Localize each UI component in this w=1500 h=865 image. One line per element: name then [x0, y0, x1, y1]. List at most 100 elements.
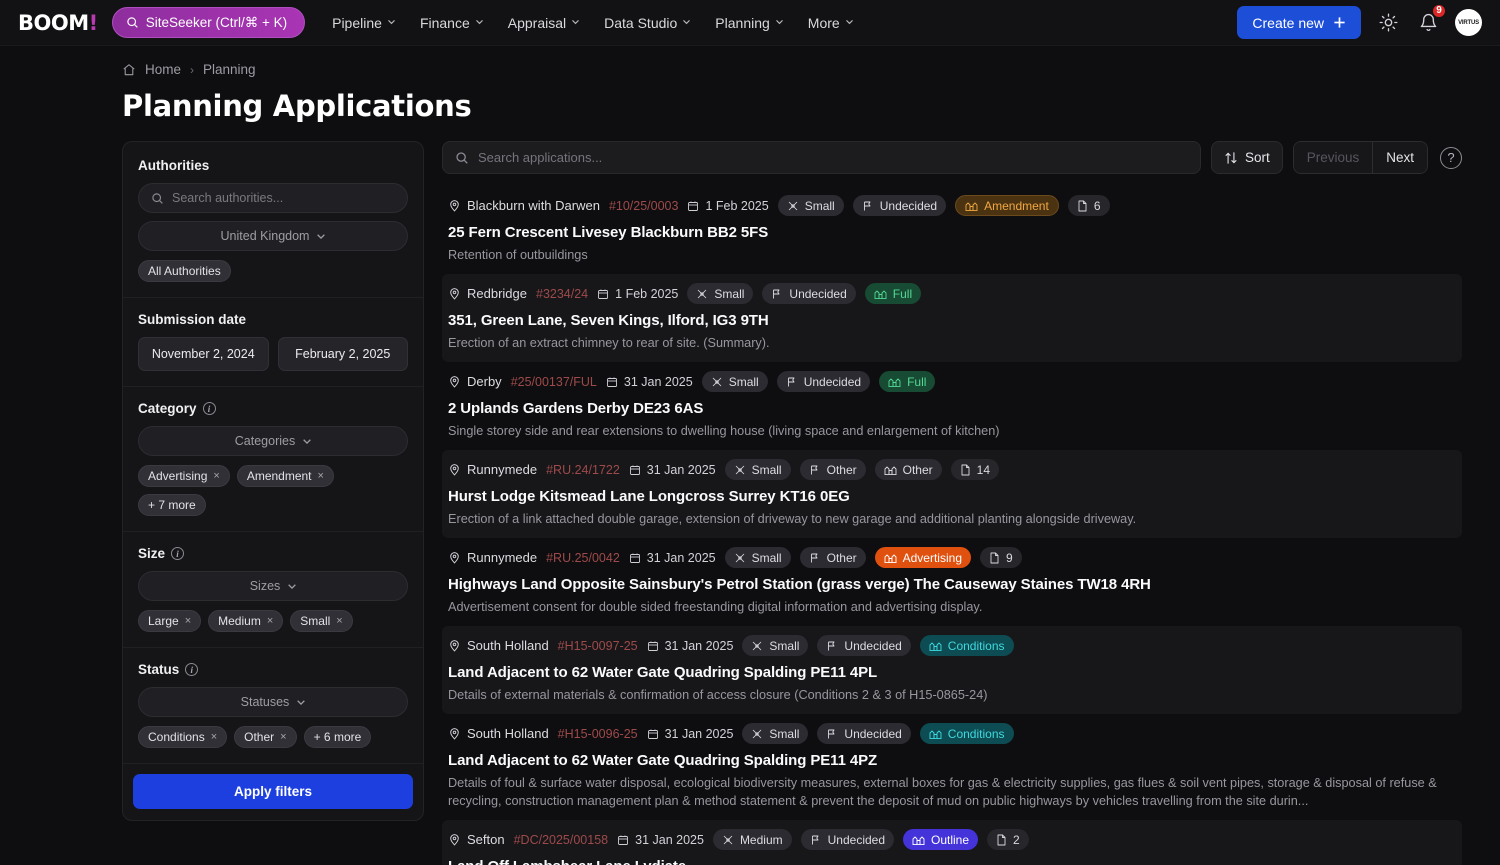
- result-status-badge: Undecided: [800, 829, 894, 851]
- close-icon[interactable]: ×: [211, 731, 217, 743]
- result-size-label: Medium: [739, 832, 783, 847]
- result-row[interactable]: Runnymede #RU.25/0042 31 Jan 2025 Small …: [442, 538, 1462, 626]
- close-icon[interactable]: ×: [280, 731, 286, 743]
- ruler-icon: [787, 200, 799, 212]
- close-icon[interactable]: ×: [318, 470, 324, 482]
- result-address[interactable]: Land Adjacent to 62 Water Gate Quadring …: [448, 664, 1450, 681]
- result-status-badge: Other: [799, 459, 866, 481]
- help-button[interactable]: ?: [1440, 146, 1462, 169]
- nav-item-appraisal-label: Appraisal: [507, 14, 567, 31]
- filter-title-size-label: Size: [138, 546, 166, 561]
- close-icon[interactable]: ×: [185, 615, 191, 627]
- result-date-label: 31 Jan 2025: [664, 638, 734, 653]
- chip-medium[interactable]: Medium ×: [208, 610, 284, 632]
- app-root: BOOM! SiteSeeker (Ctrl/⌘ + K) Pipeline F…: [0, 0, 1500, 865]
- result-row[interactable]: Sefton #DC/2025/00158 31 Jan 2025 Medium: [442, 820, 1462, 865]
- result-row[interactable]: Runnymede #RU.24/1722 31 Jan 2025 Small …: [442, 450, 1462, 539]
- date-from[interactable]: November 2, 2024: [138, 337, 269, 371]
- apply-filters-button[interactable]: Apply filters: [133, 774, 413, 809]
- notifications-button[interactable]: 9: [1415, 2, 1447, 36]
- result-address[interactable]: Hurst Lodge Kitsmead Lane Longcross Surr…: [448, 488, 1450, 505]
- close-icon[interactable]: ×: [336, 615, 342, 627]
- result-status-label: Undecided: [827, 832, 885, 847]
- nav-item-appraisal[interactable]: Appraisal: [497, 8, 591, 38]
- chip-amendment[interactable]: Amendment ×: [236, 465, 334, 487]
- result-reference: #H15-0096-25: [557, 726, 638, 741]
- info-icon[interactable]: i: [171, 547, 185, 560]
- chip-conditions[interactable]: Conditions ×: [138, 726, 228, 748]
- chevron-down-icon: [475, 17, 484, 26]
- info-icon[interactable]: i: [185, 663, 199, 676]
- result-row[interactable]: South Holland #H15-0097-25 31 Jan 2025 S…: [442, 626, 1462, 715]
- result-row[interactable]: Blackburn with Darwen #10/25/0003 1 Feb …: [442, 186, 1462, 274]
- result-type-badge: Other: [874, 459, 942, 481]
- sizes-select[interactable]: Sizes: [138, 571, 408, 601]
- result-size-label: Small: [714, 286, 745, 301]
- authorities-search-input[interactable]: [138, 183, 408, 213]
- siteseeker-button[interactable]: SiteSeeker (Ctrl/⌘ + K): [111, 7, 306, 38]
- result-address[interactable]: 25 Fern Crescent Livesey Blackburn BB2 5…: [448, 224, 1450, 241]
- result-address[interactable]: Land Adjacent to 62 Water Gate Quadring …: [448, 752, 1450, 769]
- result-description: Details of external materials & confirma…: [448, 688, 988, 703]
- nav-links: Pipeline Finance Appraisal Data Studio P…: [321, 8, 865, 38]
- nav-item-finance[interactable]: Finance: [409, 8, 495, 38]
- result-status-badge: Undecided: [776, 371, 871, 393]
- breadcrumb-home[interactable]: Home: [145, 62, 181, 77]
- filter-group-authorities: Authorities United Kingdom All Authoriti…: [123, 144, 423, 298]
- info-icon[interactable]: i: [202, 402, 216, 415]
- close-icon[interactable]: ×: [267, 615, 273, 627]
- nav-item-more-label: More: [807, 14, 840, 31]
- next-page-button[interactable]: Next: [1372, 142, 1427, 173]
- result-meta: Sefton #DC/2025/00158 31 Jan 2025 Medium: [448, 829, 1450, 851]
- nav-item-pipeline[interactable]: Pipeline: [321, 8, 407, 38]
- theme-toggle-button[interactable]: [1375, 10, 1401, 36]
- search-applications-field[interactable]: [478, 150, 1188, 165]
- chip-large[interactable]: Large ×: [138, 610, 202, 632]
- result-address[interactable]: Highways Land Opposite Sainsbury's Petro…: [448, 576, 1450, 593]
- result-authority-label: Runnymede: [467, 462, 538, 478]
- previous-page-button[interactable]: Previous: [1293, 142, 1373, 173]
- status-chips: Conditions × Other × + 6 more: [138, 726, 408, 748]
- result-docs-badge: 14: [950, 459, 999, 481]
- result-row[interactable]: South Holland #H15-0096-25 31 Jan 2025 S…: [442, 714, 1462, 820]
- result-size-label: Small: [751, 462, 782, 477]
- sun-icon: [1379, 13, 1398, 32]
- result-address[interactable]: 2 Uplands Gardens Derby DE23 6AS: [448, 400, 1450, 417]
- result-authority: Derby: [448, 374, 502, 389]
- create-new-button[interactable]: Create new: [1237, 6, 1361, 39]
- categories-select[interactable]: Categories: [138, 426, 408, 456]
- result-reference: #10/25/0003: [608, 198, 679, 213]
- search-applications-input[interactable]: [442, 141, 1201, 174]
- chip-status-more[interactable]: + 6 more: [303, 726, 372, 748]
- chip-other[interactable]: Other ×: [234, 726, 297, 748]
- nav-item-more[interactable]: More: [797, 8, 865, 38]
- result-meta: Redbridge #3234/24 1 Feb 2025 Small Unde…: [448, 283, 1450, 305]
- filter-group-category: Category i Categories Advertising × Amen…: [123, 387, 423, 532]
- sizes-select-label: Sizes: [249, 579, 281, 593]
- document-icon: [996, 834, 1007, 846]
- chip-small[interactable]: Small ×: [290, 610, 353, 632]
- result-row[interactable]: Derby #25/00137/FUL 31 Jan 2025 Small Un…: [442, 362, 1462, 450]
- statuses-select[interactable]: Statuses: [138, 687, 408, 717]
- date-to[interactable]: February 2, 2025: [277, 337, 408, 371]
- result-row[interactable]: Redbridge #3234/24 1 Feb 2025 Small Unde…: [442, 274, 1462, 363]
- breadcrumb-planning[interactable]: Planning: [203, 62, 256, 77]
- brand-logo[interactable]: BOOM!: [14, 11, 98, 35]
- chip-advertising[interactable]: Advertising ×: [138, 465, 230, 487]
- country-select[interactable]: United Kingdom: [138, 221, 408, 251]
- authorities-search-field[interactable]: [172, 191, 395, 205]
- close-icon[interactable]: ×: [213, 470, 219, 482]
- avatar[interactable]: VIRTUS: [1455, 9, 1482, 36]
- result-address[interactable]: 351, Green Lane, Seven Kings, Ilford, IG…: [448, 312, 1450, 329]
- filter-group-status: Status i Statuses Conditions × Other × +…: [123, 648, 423, 764]
- nav-item-planning[interactable]: Planning: [704, 8, 795, 38]
- nav-item-data-studio[interactable]: Data Studio: [593, 8, 702, 38]
- sort-button[interactable]: Sort: [1210, 141, 1283, 174]
- chip-all-authorities[interactable]: All Authorities: [138, 260, 231, 282]
- result-type-badge: Advertising: [874, 547, 971, 569]
- result-date-label: 31 Jan 2025: [646, 550, 716, 565]
- filter-title-category: Category i: [138, 401, 408, 416]
- result-address[interactable]: Land Off Lambshear Lane Lydiate: [448, 858, 1450, 865]
- filter-title-size: Size i: [138, 546, 408, 561]
- chip-category-more[interactable]: + 7 more: [138, 494, 206, 516]
